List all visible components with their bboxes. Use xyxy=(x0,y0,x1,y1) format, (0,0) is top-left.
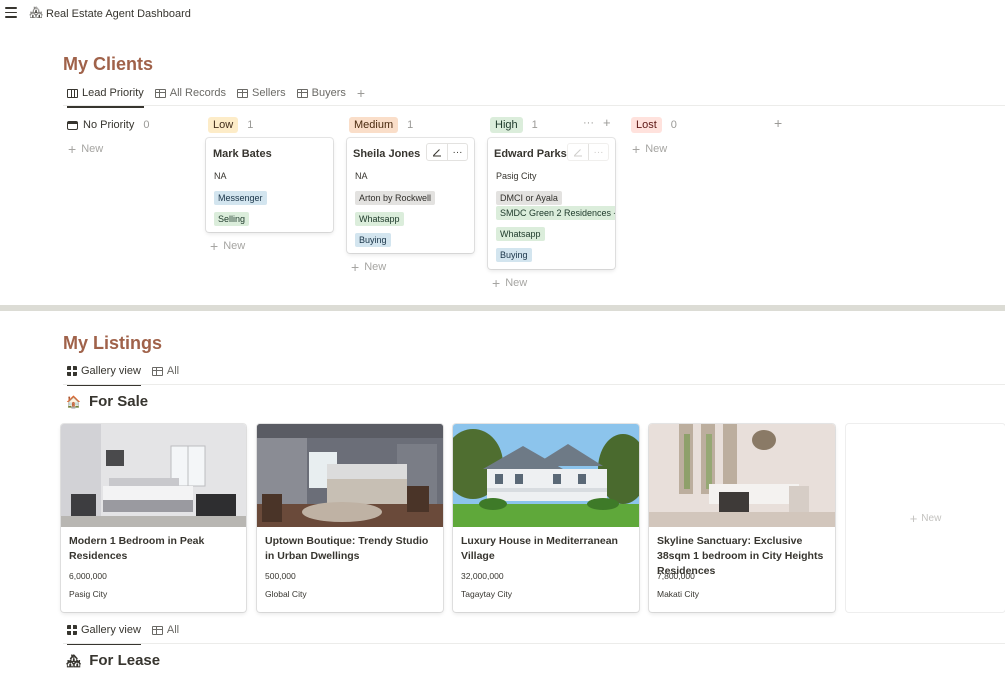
more-icon[interactable]: ··· xyxy=(447,144,467,160)
client-card-edward-parks[interactable]: Edward Parks ··· Pasig City DMCI or Ayal… xyxy=(488,138,615,269)
client-location: NA xyxy=(355,171,368,181)
tab-lead-priority[interactable]: Lead Priority xyxy=(67,82,144,108)
tab-gallery-view[interactable]: Gallery view xyxy=(67,619,141,645)
gallery-icon xyxy=(67,366,77,376)
inbox-icon xyxy=(67,120,78,130)
listing-price: 500,000 xyxy=(265,571,296,581)
listing-city: Global City xyxy=(265,589,307,599)
house-icon: 🏠 xyxy=(66,394,81,409)
table-icon xyxy=(151,366,163,376)
status-pill-lost: Lost xyxy=(631,117,662,133)
tag-dmci-or-ayala: DMCI or Ayala xyxy=(496,191,562,205)
tag-messenger: Messenger xyxy=(214,191,267,205)
gallery-icon xyxy=(67,625,77,635)
top-bar: 🏘 Real Estate Agent Dashboard xyxy=(0,0,1005,28)
listing-photo-skyline xyxy=(649,424,835,527)
page-title[interactable]: Real Estate Agent Dashboard xyxy=(46,8,191,20)
listing-card[interactable]: Modern 1 Bedroom in Peak Residences 6,00… xyxy=(61,424,246,612)
listings-title[interactable]: My Listings xyxy=(63,333,162,354)
listing-city: Makati City xyxy=(657,589,700,599)
listing-title: Modern 1 Bedroom in Peak Residences xyxy=(69,535,205,562)
listing-card[interactable]: Uptown Boutique: Trendy Studio in Urban … xyxy=(257,424,443,612)
house-icon: 🏘 xyxy=(29,7,43,19)
tab-all-records[interactable]: All Records xyxy=(154,82,226,104)
table-icon xyxy=(237,88,249,98)
client-name: Mark Bates xyxy=(213,148,272,160)
card-tools: ··· xyxy=(567,143,609,161)
tag-arton-by-rockwell: Arton by Rockwell xyxy=(355,191,436,205)
column-low: Low 1 xyxy=(208,117,253,133)
new-listing-button[interactable]: + New xyxy=(846,424,1005,612)
column-more-button[interactable]: ··· xyxy=(583,117,594,130)
column-no-priority: No Priority 0 xyxy=(67,117,149,133)
tag-selling: Selling xyxy=(214,212,250,226)
more-icon[interactable]: ··· xyxy=(588,144,608,160)
listing-price: 7,800,000 xyxy=(657,571,695,581)
table-icon xyxy=(154,88,166,98)
new-card-high[interactable]: + New xyxy=(492,276,527,290)
board-icon xyxy=(67,88,78,98)
client-location: Pasig City xyxy=(496,171,537,181)
add-group-button[interactable]: + xyxy=(774,115,782,131)
listings-view-tabs-lease: Gallery view All xyxy=(67,619,190,645)
tab-all[interactable]: All xyxy=(151,619,179,641)
new-card-lost[interactable]: + New xyxy=(632,142,667,156)
status-pill-medium: Medium xyxy=(349,117,399,133)
tabs-divider xyxy=(63,643,1005,644)
listing-title: Luxury House in Mediterranean Village xyxy=(461,535,618,562)
listing-card[interactable]: Skyline Sanctuary: Exclusive 38sqm 1 bed… xyxy=(649,424,835,612)
table-icon xyxy=(151,625,163,635)
tag-buying: Buying xyxy=(355,233,391,247)
new-card-low[interactable]: + New xyxy=(210,239,245,253)
column-add-button[interactable]: + xyxy=(603,115,611,130)
listing-city: Pasig City xyxy=(69,589,108,599)
tabs-divider xyxy=(63,384,1005,385)
client-location: NA xyxy=(214,171,227,181)
listings-view-tabs: Gallery view All xyxy=(67,360,190,386)
clients-title[interactable]: My Clients xyxy=(63,54,153,75)
client-card-mark-bates[interactable]: Mark Bates NA Messenger Selling xyxy=(206,138,333,232)
tag-smdc-green-2: SMDC Green 2 Residences - Dasmariñas xyxy=(496,206,615,220)
listing-photo-bedroom xyxy=(61,424,246,527)
client-card-sheila-jones[interactable]: Sheila Jones ··· NA Arton by Rockwell Wh… xyxy=(347,138,474,253)
client-name: Edward Parks xyxy=(494,148,567,160)
tag-whatsapp: Whatsapp xyxy=(355,212,404,226)
add-view-button[interactable]: + xyxy=(357,85,365,101)
clients-view-tabs: Lead Priority All Records Sellers Buyers… xyxy=(67,82,365,108)
house-icon: 🏘 xyxy=(66,653,82,668)
table-icon xyxy=(296,88,308,98)
card-tools: ··· xyxy=(426,143,468,161)
listing-photo-studio xyxy=(257,424,443,527)
column-lost: Lost 0 xyxy=(631,117,677,133)
listing-city: Tagaytay City xyxy=(461,589,513,599)
group-for-sale[interactable]: 🏠 For Sale xyxy=(66,393,148,410)
tabs-divider xyxy=(63,105,1005,106)
column-high-actions: ··· + xyxy=(583,115,611,130)
listing-photo-house xyxy=(453,424,639,527)
new-card-medium[interactable]: + New xyxy=(351,260,386,274)
tab-buyers[interactable]: Buyers xyxy=(296,82,346,104)
section-divider xyxy=(0,305,1005,311)
column-medium: Medium 1 xyxy=(349,117,413,133)
status-pill-high: High xyxy=(490,117,523,133)
tag-whatsapp: Whatsapp xyxy=(496,227,545,241)
tab-all[interactable]: All xyxy=(151,360,179,382)
pencil-icon[interactable] xyxy=(568,144,588,160)
listing-price: 32,000,000 xyxy=(461,571,504,581)
status-pill-low: Low xyxy=(208,117,239,133)
pencil-icon[interactable] xyxy=(427,144,447,160)
group-for-lease[interactable]: 🏘 For Lease xyxy=(66,652,160,669)
listing-price: 6,000,000 xyxy=(69,571,107,581)
tag-buying: Buying xyxy=(496,248,532,262)
listing-card[interactable]: Luxury House in Mediterranean Village 32… xyxy=(453,424,639,612)
tab-gallery-view[interactable]: Gallery view xyxy=(67,360,141,386)
new-card-no-priority[interactable]: + New xyxy=(68,142,103,156)
tab-sellers[interactable]: Sellers xyxy=(237,82,286,104)
column-high: High 1 xyxy=(490,117,538,133)
hamburger-icon[interactable] xyxy=(5,7,17,18)
listing-title: Uptown Boutique: Trendy Studio in Urban … xyxy=(265,535,429,562)
client-name: Sheila Jones xyxy=(353,148,421,160)
